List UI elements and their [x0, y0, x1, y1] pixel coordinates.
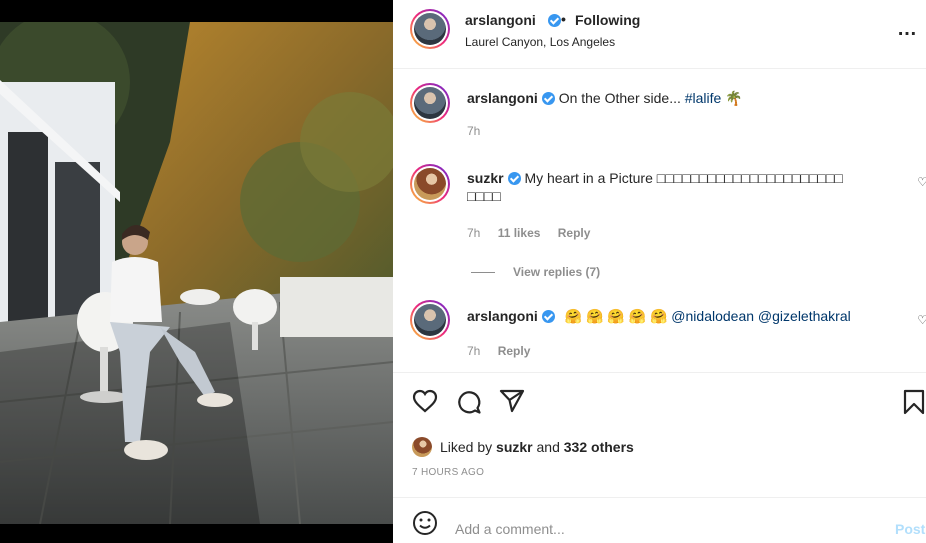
header-separator: • — [561, 11, 566, 27]
add-comment-input[interactable]: Add a comment... — [455, 521, 565, 537]
emoji-icon[interactable] — [412, 510, 438, 536]
comment-like-heart-icon[interactable]: ♡ — [917, 313, 926, 327]
reply-button[interactable]: Reply — [498, 344, 531, 358]
post-location[interactable]: Laurel Canyon, Los Angeles — [465, 35, 615, 49]
more-options-icon[interactable]: … — [897, 18, 918, 41]
hugging-emojis: 🤗 🤗 🤗 🤗 🤗 — [564, 308, 668, 324]
liker-username[interactable]: suzkr — [496, 439, 533, 455]
comment-meta: 7h Reply — [467, 344, 544, 358]
caption: arslangoni On the Other side... #lalife … — [393, 69, 926, 149]
verified-badge-icon — [548, 14, 561, 27]
comment-likes[interactable]: 11 likes — [498, 226, 541, 240]
liked-by-label: Liked by — [440, 439, 493, 455]
palm-tree-emoji: 🌴 — [725, 90, 743, 106]
caption-time[interactable]: 7h — [467, 124, 480, 138]
caption-avatar[interactable] — [410, 83, 450, 123]
comment-item: suzkr My heart in a Picture □□□□□□□□□□□□… — [393, 150, 926, 260]
mention-link[interactable]: @nidalodean — [671, 308, 754, 324]
view-replies-label: View replies (7) — [513, 265, 601, 279]
post-header: arslangoni • Following Laurel Canyon, Lo… — [393, 0, 926, 69]
post-timestamp[interactable]: 7 HOURS AGO — [412, 467, 484, 478]
liker-avatar[interactable] — [412, 437, 432, 457]
comment-item: arslangoni 🤗 🤗 🤗 🤗 🤗 @nidalodean @gizele… — [393, 288, 926, 372]
verified-badge-icon — [541, 310, 555, 323]
caption-meta: 7h — [467, 124, 494, 138]
comment-text: My heart in a Picture — [524, 170, 657, 186]
comment-username[interactable]: arslangoni — [467, 308, 538, 324]
heart-icon[interactable] — [412, 389, 438, 413]
following-button[interactable]: Following — [575, 12, 640, 28]
comment-text-line: suzkr My heart in a Picture □□□□□□□□□□□□… — [467, 169, 887, 205]
author-username[interactable]: arslangoni — [465, 12, 536, 28]
comment-emoji-glyphs: □□□□□□□□□□□□□□□□□□□□□□ — [656, 170, 843, 186]
comment-like-heart-icon[interactable]: ♡ — [917, 175, 926, 189]
post-comment-button[interactable]: Post — [895, 521, 925, 537]
action-bar — [393, 372, 926, 428]
reply-button[interactable]: Reply — [558, 226, 591, 240]
commenter-avatar[interactable] — [410, 164, 450, 204]
view-replies-button[interactable]: View replies (7) — [471, 265, 600, 279]
mention-link[interactable]: @gizelethakral — [758, 308, 851, 324]
verified-badge-icon — [507, 172, 521, 185]
post-photo[interactable] — [0, 22, 393, 524]
post-side-panel: arslangoni • Following Laurel Canyon, Lo… — [393, 0, 926, 543]
comment-time[interactable]: 7h — [467, 344, 480, 358]
caption-text-line: arslangoni On the Other side... #lalife … — [467, 89, 743, 107]
hashtag-link[interactable]: #lalife — [685, 90, 722, 106]
add-comment-bar: Add a comment... Post — [393, 497, 926, 543]
comment-icon[interactable] — [456, 389, 482, 415]
likes-and-label: and — [536, 439, 560, 455]
author-avatar[interactable] — [410, 9, 450, 49]
comment-meta: 7h 11 likes Reply — [467, 226, 604, 240]
likes-others-link[interactable]: 332 others — [564, 439, 634, 455]
comment-emoji-glyphs-line2: □□□□ — [467, 188, 501, 204]
share-icon[interactable] — [499, 389, 525, 413]
comment-time[interactable]: 7h — [467, 226, 480, 240]
post-photo-image — [0, 22, 393, 524]
caption-text: On the Other side... — [558, 90, 681, 106]
instagram-post-modal: arslangoni • Following Laurel Canyon, Lo… — [0, 0, 926, 543]
likes-summary: Liked by suzkr and 332 others — [412, 437, 634, 457]
replies-divider-line — [471, 272, 495, 274]
commenter-avatar[interactable] — [410, 300, 450, 340]
comment-username[interactable]: suzkr — [467, 170, 504, 186]
verified-badge-icon — [541, 92, 555, 105]
media-area — [0, 0, 393, 543]
bookmark-icon[interactable] — [903, 389, 925, 415]
caption-username[interactable]: arslangoni — [467, 90, 538, 106]
comment-text-line: arslangoni 🤗 🤗 🤗 🤗 🤗 @nidalodean @gizele… — [467, 307, 851, 325]
